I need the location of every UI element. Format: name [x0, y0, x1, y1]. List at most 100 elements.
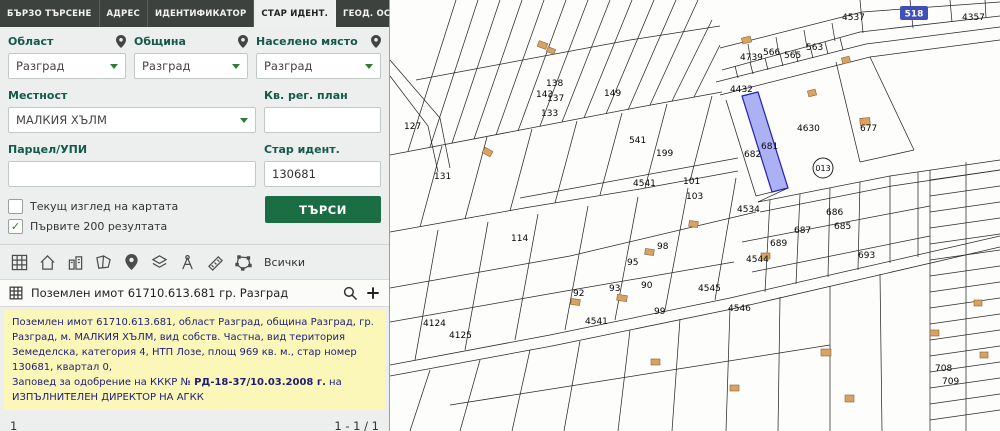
- info-order-number: РД-18-37/10.03.2008 г.: [194, 377, 326, 388]
- parcels-icon[interactable]: [94, 253, 113, 272]
- location-pin-icon: [116, 35, 126, 48]
- parcel-label-90: 90: [641, 281, 653, 291]
- buildings-icon[interactable]: [66, 253, 85, 272]
- old-ident-label: Стар идент.: [264, 143, 340, 156]
- building: [688, 220, 699, 228]
- location-pin-icon: [238, 35, 248, 48]
- all-layers-label: Всички: [264, 255, 306, 269]
- parcel-label-709: 709: [942, 377, 959, 387]
- building: [650, 358, 661, 366]
- oblast-label: Област: [8, 35, 54, 48]
- parcel-label-563: 563: [806, 43, 823, 53]
- parcel-input[interactable]: [8, 161, 256, 187]
- kv-reg-plan-input[interactable]: [264, 107, 381, 133]
- oblast-select[interactable]: Разград: [8, 53, 126, 79]
- geodetic-point-label: 013: [815, 164, 830, 173]
- oblast-value: Разград: [16, 59, 65, 73]
- geodetic-point-icon[interactable]: [178, 253, 197, 272]
- parcel-field: Парцел/УПИ: [8, 141, 256, 187]
- parcel-label-137: 137: [547, 94, 564, 104]
- tab-identifier[interactable]: ИДЕНТИФИКАТОР: [148, 0, 255, 27]
- building: [644, 248, 655, 256]
- parcel-label-681: 681: [761, 142, 778, 152]
- search-tabs: БЪРЗО ТЪРСЕНЕ АДРЕС ИДЕНТИФИКАТОР СТАР ИДЕН…: [0, 0, 427, 27]
- parcel-label-689: 689: [770, 239, 787, 249]
- parcel-label: Парцел/УПИ: [8, 143, 88, 156]
- chevron-down-icon: [365, 63, 373, 69]
- old-ident-input[interactable]: [264, 161, 381, 187]
- parcel-label-199: 199: [656, 149, 673, 159]
- obshtina-field: Община Разград: [134, 33, 248, 79]
- building: [806, 88, 818, 98]
- parcel-label-4630: 4630: [797, 124, 820, 134]
- old-ident-search-form: Област Разград Община Разград Населено м…: [0, 27, 389, 236]
- add-result-icon[interactable]: [366, 286, 380, 300]
- parcel-labels-layer: 4537 4357 4739 566 565 563 4432 4630 677 682681 19…: [404, 6, 985, 387]
- parcel-label-133: 133: [541, 109, 558, 119]
- building: [979, 351, 989, 359]
- building: [729, 384, 740, 392]
- parcel-label-541: 541: [629, 136, 646, 146]
- parcel-label-93: 93: [609, 284, 620, 294]
- cadastral-map[interactable]: 4537 4357 4739 566 565 563 4432 4630 677 682 681 19…: [390, 0, 1000, 431]
- layers-icon[interactable]: [150, 253, 169, 272]
- parcel-label-4739: 4739: [740, 53, 763, 63]
- chevron-down-icon: [110, 63, 118, 69]
- current-view-checkbox[interactable]: [8, 198, 23, 214]
- result-row[interactable]: Поземлен имот 61710.613.681 гр. Разград: [0, 279, 389, 307]
- parcel-label-4545: 4545: [698, 284, 721, 294]
- info-text: Поземлен имот 61710.613.681, област Разг…: [12, 317, 374, 373]
- first-200-checkbox[interactable]: [8, 218, 23, 234]
- obshtina-select[interactable]: Разград: [134, 53, 248, 79]
- parcel-label-127: 127: [404, 122, 421, 132]
- tab-quick-search[interactable]: БЪРЗО ТЪРСЕНЕ: [0, 0, 100, 27]
- checkbox-group: Текущ изглед на картата Първите 200 резу…: [8, 196, 257, 236]
- building: [844, 394, 855, 403]
- cadastral-map-canvas[interactable]: 4537 4357 4739 566 565 563 4432 4630 677 682681 19…: [390, 0, 1000, 431]
- tab-address[interactable]: АДРЕС: [100, 0, 148, 27]
- parcel-label-131: 131: [434, 172, 451, 182]
- pagination-bar: 1 1 - 1 / 1: [0, 413, 389, 431]
- building: [536, 40, 549, 50]
- tab-old-ident[interactable]: СТАР ИДЕНТ.: [254, 0, 337, 27]
- marker-icon[interactable]: [122, 253, 141, 272]
- grid-icon[interactable]: [10, 253, 29, 272]
- first-200-label: Първите 200 резултата: [30, 219, 168, 233]
- parcel-label-4541: 4541: [633, 179, 656, 189]
- old-ident-field: Стар идент.: [264, 141, 381, 187]
- parcel-grid-icon: [9, 286, 23, 300]
- parcel-label-687: 687: [794, 226, 811, 236]
- building: [929, 329, 940, 337]
- blue-parcel-marker-label: 518: [905, 10, 924, 20]
- mestnost-field: Местност МАЛКИЯ ХЪЛМ: [8, 87, 256, 133]
- building: [546, 46, 556, 55]
- kais-cadastre-app: БЪРЗО ТЪРСЕНЕ АДРЕС ИДЕНТИФИКАТОР СТАР ИДЕН…: [0, 0, 1000, 431]
- settlement-select[interactable]: Разград: [256, 53, 381, 79]
- mestnost-label: Местност: [8, 89, 68, 102]
- parcel-label-4124: 4124: [423, 319, 446, 329]
- parcel-label-566: 566: [763, 48, 780, 58]
- mestnost-select[interactable]: МАЛКИЯ ХЪЛМ: [8, 107, 256, 133]
- building: [973, 299, 983, 307]
- building: [616, 293, 628, 303]
- parcel-label-92: 92: [573, 289, 584, 299]
- parcel-label-4357: 4357: [962, 13, 985, 23]
- parcel-label-693: 693: [858, 251, 875, 261]
- parcel-label-98: 98: [657, 242, 669, 252]
- measure-icon[interactable]: [206, 253, 225, 272]
- building: [820, 348, 832, 357]
- parcel-label-4546: 4546: [728, 304, 751, 314]
- draw-polygon-icon[interactable]: [234, 253, 253, 272]
- zoom-to-result-icon[interactable]: [343, 286, 358, 301]
- mestnost-value: МАЛКИЯ ХЪЛМ: [16, 113, 107, 127]
- home-icon[interactable]: [38, 253, 57, 272]
- settlement-field: Населено място Разград: [256, 33, 381, 79]
- result-title: Поземлен имот 61710.613.681 гр. Разград: [31, 286, 289, 300]
- search-button[interactable]: ТЪРСИ: [265, 196, 381, 223]
- parcel-label-138: 138: [546, 79, 563, 89]
- parcel-label-685: 685: [834, 222, 851, 232]
- settlement-value: Разград: [264, 59, 313, 73]
- page-range: 1 - 1 / 1: [334, 419, 379, 431]
- parcel-label-4432: 4432: [730, 85, 753, 95]
- building: [570, 298, 581, 306]
